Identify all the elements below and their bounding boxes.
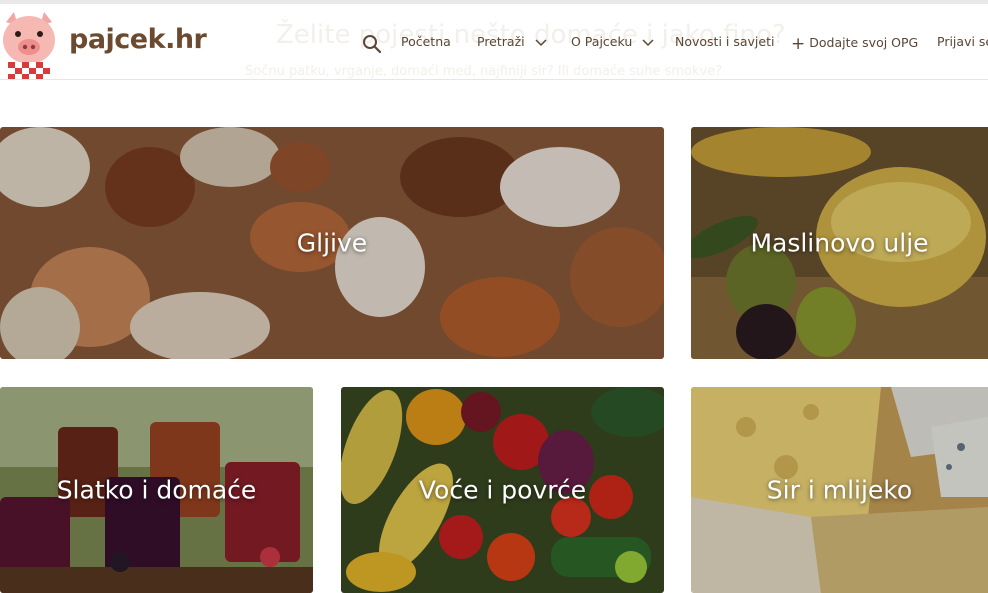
- site-header: Želite pojesti nešto domaće i jako fino?…: [0, 0, 988, 80]
- plus-icon: +: [791, 34, 806, 54]
- chevron-down-icon: [535, 38, 547, 46]
- brand-name[interactable]: pajcek.hr: [69, 24, 207, 55]
- category-tile-cheese[interactable]: Sir i mlijeko: [691, 387, 988, 593]
- category-tile-jams[interactable]: Slatko i domaće: [0, 387, 313, 593]
- chevron-down-icon: [642, 38, 654, 46]
- category-tile-mushrooms[interactable]: Gljive: [0, 127, 664, 359]
- category-label: Maslinovo ulje: [750, 228, 929, 258]
- category-label: Slatko i domaće: [56, 475, 257, 505]
- category-label: Voće i povrće: [418, 475, 587, 505]
- category-label: Gljive: [296, 228, 368, 258]
- nav-about-label: O Pajceku: [571, 34, 633, 49]
- nav-search-menu[interactable]: Pretraži: [477, 34, 547, 56]
- nav-about[interactable]: O Pajceku: [571, 34, 654, 56]
- nav-add-opg-label: Dodajte svoj OPG: [809, 35, 919, 50]
- category-tile-fruit-veg[interactable]: Voće i povrće: [341, 387, 664, 593]
- nav-home[interactable]: Početna: [401, 34, 451, 56]
- search-icon[interactable]: [362, 34, 382, 54]
- hero-subtitle: Sočnu patku, vrganje, domaći med, najfin…: [245, 64, 723, 79]
- nav-login[interactable]: Prijavi se: [937, 34, 988, 56]
- category-label: Sir i mlijeko: [766, 475, 913, 505]
- category-tile-olive-oil[interactable]: Maslinovo ulje: [691, 127, 988, 359]
- nav-news[interactable]: Novosti i savjeti: [675, 34, 774, 56]
- nav-search-menu-label: Pretraži: [477, 34, 525, 49]
- nav-add-opg[interactable]: + Dodajte svoj OPG: [791, 34, 918, 56]
- pig-logo-icon[interactable]: [0, 10, 58, 80]
